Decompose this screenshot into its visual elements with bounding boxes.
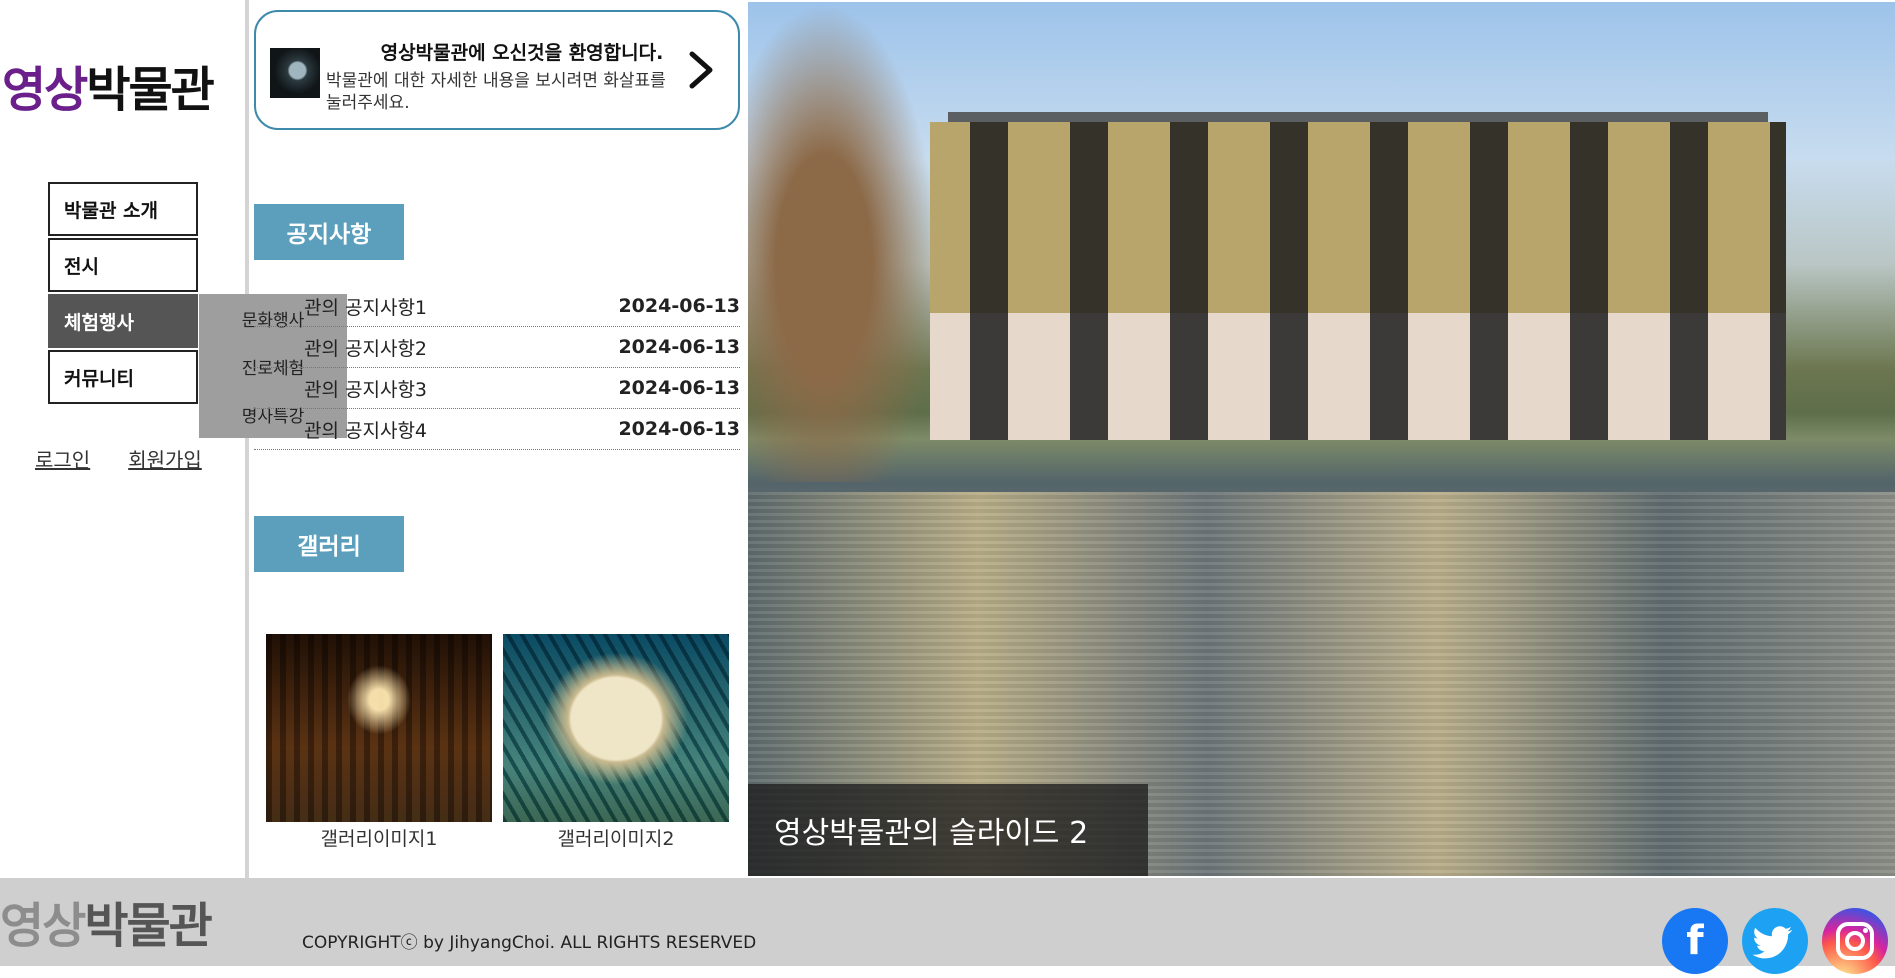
- nav-item-about[interactable]: 박물관 소개: [48, 182, 198, 236]
- gallery-caption: 갤러리이미지1: [320, 828, 438, 850]
- welcome-description: 박물관에 대한 자세한 내용을 보시려면 화살표를 눌러주세요.: [326, 71, 666, 113]
- logo-part2: 박물관: [86, 62, 214, 118]
- gallery-heading[interactable]: 갤러리: [254, 516, 404, 572]
- hero-tree: [748, 2, 938, 482]
- chevron-right-icon[interactable]: [686, 50, 716, 90]
- twitter-icon[interactable]: [1742, 908, 1808, 974]
- notice-date: 2024-06-13: [618, 377, 740, 399]
- welcome-thumbnail: [270, 48, 320, 98]
- notice-date: 2024-06-13: [618, 418, 740, 440]
- notice-row[interactable]: 관의 공지사항1 2024-06-13: [254, 286, 740, 327]
- nav-item-community[interactable]: 커뮤니티: [48, 350, 198, 404]
- footer-logo-part1: 영상: [0, 898, 86, 954]
- notice-title[interactable]: 관의 공지사항4: [254, 416, 427, 443]
- notice-list: 관의 공지사항1 2024-06-13 관의 공지사항2 2024-06-13 …: [254, 286, 740, 450]
- notice-date: 2024-06-13: [618, 295, 740, 317]
- signup-link[interactable]: 회원가입: [128, 448, 202, 472]
- notice-row[interactable]: 관의 공지사항2 2024-06-13: [254, 327, 740, 368]
- nav-item-exhibition[interactable]: 전시: [48, 238, 198, 292]
- hero-slider[interactable]: 영상박물관의 슬라이드 2: [748, 2, 1895, 876]
- nav-item-experience[interactable]: 체험행사: [48, 294, 198, 348]
- welcome-box: 영상박물관에 오신것을 환영합니다. 박물관에 대한 자세한 내용을 보시려면 …: [254, 10, 740, 130]
- slide-caption: 영상박물관의 슬라이드 2: [748, 784, 1148, 876]
- facebook-icon[interactable]: f: [1662, 908, 1728, 974]
- notice-heading[interactable]: 공지사항: [254, 204, 404, 260]
- instagram-icon[interactable]: [1822, 908, 1888, 974]
- footer-logo-part2: 박물관: [84, 898, 212, 954]
- gallery-image[interactable]: [266, 634, 492, 822]
- notice-row[interactable]: 관의 공지사항3 2024-06-13: [254, 368, 740, 409]
- login-link[interactable]: 로그인: [35, 448, 90, 472]
- gallery-caption: 갤러리이미지2: [557, 828, 675, 850]
- main-nav: 박물관 소개 전시 체험행사 커뮤니티: [48, 182, 198, 406]
- hero-building: [930, 122, 1786, 440]
- site-logo[interactable]: 영상박물관: [2, 60, 215, 120]
- notice-row[interactable]: 관의 공지사항4 2024-06-13: [254, 409, 740, 450]
- welcome-title: 영상박물관에 오신것을 환영합니다.: [380, 42, 664, 64]
- column-divider: [245, 0, 249, 878]
- notice-title[interactable]: 관의 공지사항2: [254, 334, 427, 361]
- notice-title[interactable]: 관의 공지사항1: [254, 293, 427, 320]
- gallery-item[interactable]: 갤러리이미지1: [266, 634, 492, 851]
- auth-links: 로그인 회원가입: [35, 444, 240, 473]
- footer: 영상박물관 COPYRIGHTⓒ by JihyangChoi. ALL RIG…: [0, 878, 1895, 974]
- footer-logo: 영상박물관: [0, 896, 213, 956]
- notice-title[interactable]: 관의 공지사항3: [254, 375, 427, 402]
- logo-part1: 영상: [2, 62, 88, 118]
- gallery-image[interactable]: [503, 634, 729, 822]
- copyright-text: COPYRIGHTⓒ by JihyangChoi. ALL RIGHTS RE…: [302, 933, 757, 953]
- notice-date: 2024-06-13: [618, 336, 740, 358]
- gallery-item[interactable]: 갤러리이미지2: [503, 634, 729, 851]
